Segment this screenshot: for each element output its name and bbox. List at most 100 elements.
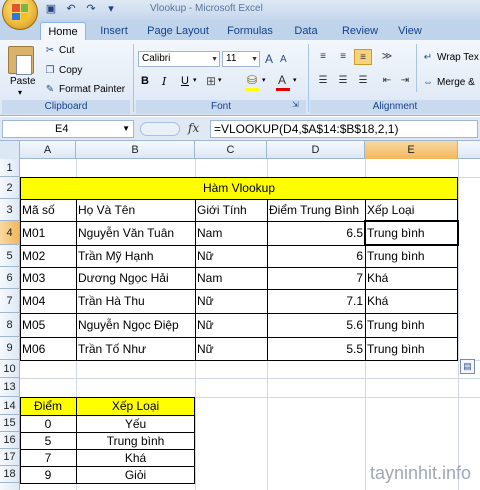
data-cell[interactable]: Khá <box>365 267 458 289</box>
lookup-header-cell[interactable]: Xếp Loại <box>76 397 195 415</box>
format-painter-button[interactable]: ✎ Format Painter <box>44 84 125 95</box>
row-header[interactable]: 15 <box>0 415 20 432</box>
column-header-d[interactable]: D <box>267 141 365 159</box>
fill-color-icon[interactable]: ⛁ <box>247 73 257 87</box>
data-cell[interactable]: Nguyễn Ngọc Điệp <box>76 313 195 337</box>
lookup-cell[interactable]: Khá <box>76 449 195 466</box>
tab-review[interactable]: Review <box>336 22 384 40</box>
data-cell[interactable]: Trần Tố Như <box>76 337 195 360</box>
paste-icon[interactable] <box>8 46 34 75</box>
font-name-box[interactable]: Calibri ▼ <box>138 51 220 67</box>
name-box[interactable]: E4 ▼ <box>2 120 134 138</box>
tab-view[interactable]: View <box>392 22 428 40</box>
row-header[interactable]: 9 <box>0 337 20 360</box>
align-middle-icon[interactable]: ≡ <box>334 49 352 65</box>
align-center-icon[interactable]: ☰ <box>334 73 352 89</box>
data-cell[interactable]: 5.6 <box>267 313 365 337</box>
formula-input[interactable]: =VLOOKUP(D4,$A$14:$B$18,2,1) <box>210 120 478 138</box>
tab-data[interactable]: Data <box>288 22 324 40</box>
data-cell[interactable]: Trần Hà Thu <box>76 289 195 313</box>
cut-button[interactable]: ✂ Cut <box>44 45 75 56</box>
customize-icon[interactable]: ▾ <box>104 2 118 16</box>
data-cell[interactable]: Dương Ngọc Hải <box>76 267 195 289</box>
header-cell[interactable]: Điểm Trung Bình <box>267 199 365 221</box>
lookup-cell[interactable]: 0 <box>20 415 76 432</box>
paste-button[interactable]: Paste <box>10 76 36 87</box>
lookup-cell[interactable]: 9 <box>20 466 76 483</box>
lookup-header-cell[interactable]: Điểm <box>20 397 76 415</box>
borders-icon[interactable]: ⊞ <box>206 74 216 88</box>
row-header[interactable]: 6 <box>0 267 20 289</box>
row-header[interactable]: 16 <box>0 432 20 449</box>
lookup-cell[interactable]: 7 <box>20 449 76 466</box>
data-cell[interactable]: M04 <box>20 289 76 313</box>
row-header[interactable]: 5 <box>0 245 20 267</box>
lookup-cell[interactable]: 5 <box>20 432 76 449</box>
row-header[interactable]: 17 <box>0 449 20 466</box>
data-cell[interactable]: Nguyễn Văn Tuân <box>76 221 195 245</box>
align-bottom-icon[interactable]: ≡ <box>354 49 372 65</box>
italic-icon[interactable]: I <box>162 75 166 88</box>
data-cell[interactable]: Trung bình <box>365 313 458 337</box>
underline-icon[interactable]: U <box>181 75 189 87</box>
paste-options-icon[interactable]: ▤ <box>460 359 475 374</box>
font-dialog-launcher-icon[interactable]: ⇲ <box>292 100 299 109</box>
tab-page-layout[interactable]: Page Layout <box>142 22 214 40</box>
align-right-icon[interactable]: ☰ <box>354 73 372 89</box>
font-color-icon[interactable]: A <box>278 73 286 87</box>
data-cell[interactable]: Nam <box>195 221 267 245</box>
select-all-corner[interactable] <box>0 141 20 159</box>
formula-bar-grip[interactable] <box>140 122 180 136</box>
sheet-title-cell[interactable]: Hàm Vlookup <box>20 177 458 199</box>
row-header[interactable]: 18 <box>0 466 20 483</box>
font-color-dropdown-icon[interactable]: ▾ <box>293 76 297 84</box>
data-cell[interactable]: 7 <box>267 267 365 289</box>
header-cell[interactable]: Xếp Loại <box>365 199 458 221</box>
data-cell[interactable]: 6 <box>267 245 365 267</box>
data-cell[interactable]: Trung bình <box>365 245 458 267</box>
data-cell[interactable]: M06 <box>20 337 76 360</box>
data-cell[interactable]: Nữ <box>195 245 267 267</box>
borders-dropdown-icon[interactable]: ▾ <box>218 76 222 84</box>
undo-icon[interactable]: ↶ <box>64 2 78 16</box>
paste-dropdown-icon[interactable]: ▾ <box>18 88 22 97</box>
header-cell[interactable]: Giới Tính <box>195 199 267 221</box>
row-header[interactable]: 14 <box>0 397 20 415</box>
wrap-text-button[interactable]: ↵ Wrap Tex <box>422 52 479 63</box>
insert-function-icon[interactable]: fx <box>188 121 199 135</box>
tab-insert[interactable]: Insert <box>92 22 136 40</box>
row-header[interactable]: 8 <box>0 313 20 337</box>
data-cell[interactable]: Nữ <box>195 289 267 313</box>
save-icon[interactable]: ▣ <box>44 2 58 16</box>
lookup-cell[interactable]: Trung bình <box>76 432 195 449</box>
row-header[interactable]: 7 <box>0 289 20 313</box>
row-header[interactable]: 10 <box>0 360 20 378</box>
align-top-icon[interactable]: ≡ <box>314 49 332 65</box>
row-header[interactable]: 3 <box>0 199 20 221</box>
bold-icon[interactable]: B <box>141 75 149 87</box>
fill-dropdown-icon[interactable]: ▾ <box>262 76 266 84</box>
increase-indent-icon[interactable]: ⇥ <box>396 73 414 89</box>
merge-center-button[interactable]: ⇔ Merge & <box>422 77 475 88</box>
copy-button[interactable]: ❐ Copy <box>44 65 83 76</box>
data-cell[interactable]: Khá <box>365 289 458 313</box>
orientation-icon[interactable]: ≫ <box>378 49 396 65</box>
data-cell[interactable]: Trần Mỹ Hạnh <box>76 245 195 267</box>
redo-icon[interactable]: ↷ <box>84 2 98 16</box>
column-header-b[interactable]: B <box>76 141 195 159</box>
underline-dropdown-icon[interactable]: ▾ <box>193 76 197 84</box>
column-header-e[interactable]: E <box>365 141 458 159</box>
column-header-c[interactable]: C <box>195 141 267 159</box>
data-cell[interactable]: 7.1 <box>267 289 365 313</box>
data-cell[interactable]: M01 <box>20 221 76 245</box>
lookup-cell[interactable]: Yếu <box>76 415 195 432</box>
tab-formulas[interactable]: Formulas <box>222 22 278 40</box>
data-cell[interactable]: 5.5 <box>267 337 365 360</box>
data-cell[interactable]: 6.5 <box>267 221 365 245</box>
header-cell[interactable]: Họ Và Tên <box>76 199 195 221</box>
row-header[interactable]: 4 <box>0 221 20 245</box>
align-left-icon[interactable]: ☰ <box>314 73 332 89</box>
column-header-a[interactable]: A <box>20 141 76 159</box>
header-cell[interactable]: Mã số <box>20 199 76 221</box>
worksheet-grid[interactable]: A B C D E 1 2 3 4 5 6 7 8 9 10 13 14 15 … <box>0 141 480 490</box>
